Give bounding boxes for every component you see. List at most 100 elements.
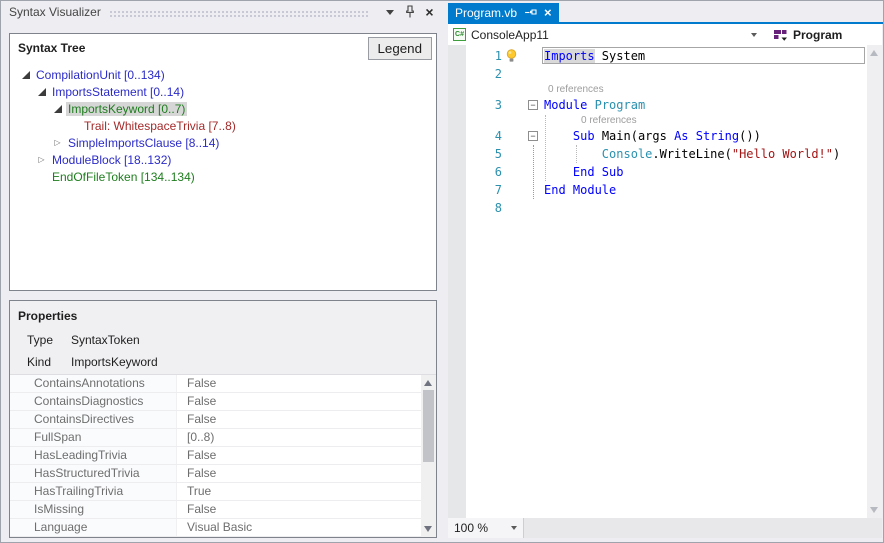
property-row[interactable]: ContainsAnnotationsFalse bbox=[10, 375, 436, 393]
zoom-level-value: 100 % bbox=[454, 521, 488, 535]
tree-node-label: CompilationUnit [0..134) bbox=[34, 68, 167, 82]
code-line-1[interactable]: 1Imports System bbox=[448, 47, 867, 65]
tree-node[interactable]: ImportsStatement [0..14) bbox=[10, 83, 436, 100]
code-text: End Sub bbox=[544, 163, 623, 181]
property-row[interactable]: ContainsDiagnosticsFalse bbox=[10, 393, 436, 411]
property-value: False bbox=[177, 375, 216, 392]
property-value: Visual Basic bbox=[177, 519, 252, 536]
line-number: 2 bbox=[466, 65, 502, 83]
property-value: False bbox=[177, 447, 216, 464]
tab-close-icon[interactable]: × bbox=[544, 6, 552, 19]
code-line-3[interactable]: 3 −Module Program bbox=[448, 96, 867, 114]
member-name: Program bbox=[793, 28, 842, 42]
document-tab[interactable]: Program.vb × bbox=[448, 3, 559, 22]
tree-node-label: ImportsKeyword [0..7) bbox=[66, 102, 187, 116]
tree-node-label: ModuleBlock [18..132) bbox=[50, 153, 173, 167]
tree-node-label: Trail: WhitespaceTrivia [7..8) bbox=[82, 119, 238, 133]
tree-node[interactable]: Trail: WhitespaceTrivia [7..8) bbox=[10, 117, 436, 134]
collapse-region-button[interactable]: − bbox=[528, 100, 538, 110]
close-icon: × bbox=[425, 5, 433, 19]
dropdown-arrow-icon bbox=[511, 526, 517, 530]
summary-value: SyntaxToken bbox=[63, 333, 140, 347]
scroll-up-icon[interactable] bbox=[870, 50, 878, 56]
editor-bottom-bar: 100 % bbox=[448, 518, 882, 538]
tool-window-titlebar[interactable]: Syntax Visualizer × bbox=[1, 1, 444, 23]
property-name: FullSpan bbox=[10, 429, 177, 446]
code-line-2[interactable]: 2 bbox=[448, 65, 867, 83]
property-row[interactable]: FullSpan[0..8) bbox=[10, 429, 436, 447]
expanded-triangle-icon[interactable] bbox=[20, 71, 31, 79]
tree-node[interactable]: ImportsKeyword [0..7) bbox=[10, 100, 436, 117]
property-name: Language bbox=[10, 519, 177, 536]
line-number: 1 bbox=[466, 47, 502, 65]
collapse-region-button[interactable]: − bbox=[528, 131, 538, 141]
collapsed-triangle-icon[interactable]: ▷ bbox=[36, 155, 47, 164]
editor-pane: Program.vb × C# ConsoleApp11 bbox=[448, 1, 883, 542]
close-button[interactable]: × bbox=[421, 4, 438, 20]
property-grid-scrollbar[interactable] bbox=[421, 375, 436, 537]
code-editor[interactable]: 1Imports System20 references3−Module Pro… bbox=[448, 45, 867, 518]
app-window: Syntax Visualizer × Syntax Tree Legend C… bbox=[0, 0, 884, 543]
syntax-tree-title: Syntax Tree bbox=[18, 41, 85, 55]
property-grid: ContainsAnnotationsFalseContainsDiagnost… bbox=[10, 374, 436, 537]
chevron-down-icon bbox=[386, 10, 394, 15]
code-line-5[interactable]: 5 Console.WriteLine("Hello World!") bbox=[448, 145, 867, 163]
module-icon bbox=[773, 28, 788, 41]
editor-vertical-scrollbar[interactable] bbox=[867, 45, 882, 518]
summary-label: Kind bbox=[27, 355, 63, 369]
navigation-bar: C# ConsoleApp11 Program bbox=[448, 24, 882, 45]
tool-window-title: Syntax Visualizer bbox=[9, 5, 101, 19]
code-line-8[interactable]: 8 bbox=[448, 199, 867, 217]
syntax-visualizer-panel: Syntax Visualizer × Syntax Tree Legend C… bbox=[1, 1, 444, 542]
properties-title: Properties bbox=[18, 309, 77, 323]
member-dropdown[interactable]: Program bbox=[764, 28, 842, 42]
tree-node[interactable]: ▷ModuleBlock [18..132) bbox=[10, 151, 436, 168]
line-number: 3 bbox=[466, 96, 502, 114]
window-menu-button[interactable] bbox=[381, 4, 398, 20]
project-dropdown[interactable]: C# ConsoleApp11 bbox=[448, 28, 764, 42]
property-value: False bbox=[177, 411, 216, 428]
properties-section: Properties TypeSyntaxTokenKindImportsKey… bbox=[9, 300, 437, 538]
collapsed-triangle-icon[interactable]: ▷ bbox=[52, 138, 63, 147]
property-value: False bbox=[177, 501, 216, 518]
property-name: HasTrailingTrivia bbox=[10, 483, 177, 500]
lightbulb-icon[interactable] bbox=[506, 49, 517, 66]
property-name: ContainsDiagnostics bbox=[10, 393, 177, 410]
property-row[interactable]: HasStructuredTriviaFalse bbox=[10, 465, 436, 483]
property-row[interactable]: ContainsDirectivesFalse bbox=[10, 411, 436, 429]
property-row[interactable]: LanguageVisual Basic bbox=[10, 519, 436, 537]
tree-node[interactable]: CompilationUnit [0..134) bbox=[10, 66, 436, 83]
tab-pin-icon[interactable] bbox=[524, 7, 537, 18]
project-icon: C# bbox=[453, 28, 466, 41]
property-name: ContainsDirectives bbox=[10, 411, 177, 428]
tree-node-label: ImportsStatement [0..14) bbox=[50, 85, 186, 99]
pin-icon bbox=[404, 5, 416, 19]
expanded-triangle-icon[interactable] bbox=[36, 88, 47, 96]
scroll-down-icon[interactable] bbox=[424, 526, 432, 532]
pin-button[interactable] bbox=[401, 4, 418, 20]
code-line-4[interactable]: 4− Sub Main(args As String()) bbox=[448, 127, 867, 145]
expanded-triangle-icon[interactable] bbox=[52, 105, 63, 113]
code-line-6[interactable]: 6 End Sub bbox=[448, 163, 867, 181]
property-row[interactable]: HasTrailingTriviaTrue bbox=[10, 483, 436, 501]
scroll-up-icon[interactable] bbox=[424, 380, 432, 386]
property-row[interactable]: HasLeadingTriviaFalse bbox=[10, 447, 436, 465]
tree-node[interactable]: EndOfFileToken [134..134) bbox=[10, 168, 436, 185]
tab-title: Program.vb bbox=[455, 6, 517, 20]
code-lines: 1Imports System20 references3−Module Pro… bbox=[448, 47, 867, 217]
dropdown-arrow-icon bbox=[751, 33, 757, 37]
property-summary-row: KindImportsKeyword bbox=[10, 351, 436, 373]
scroll-down-icon[interactable] bbox=[870, 507, 878, 513]
summary-label: Type bbox=[27, 333, 63, 347]
codelens-references[interactable]: 0 references bbox=[448, 83, 867, 96]
code-line-7[interactable]: 7End Module bbox=[448, 181, 867, 199]
legend-button[interactable]: Legend bbox=[368, 37, 432, 60]
property-row[interactable]: IsMissingFalse bbox=[10, 501, 436, 519]
code-text: Module Program bbox=[544, 96, 645, 114]
codelens-references[interactable]: 0 references bbox=[448, 114, 867, 127]
summary-value: ImportsKeyword bbox=[63, 355, 158, 369]
tree-node[interactable]: ▷SimpleImportsClause [8..14) bbox=[10, 134, 436, 151]
scrollbar-thumb[interactable] bbox=[423, 390, 434, 462]
property-value: [0..8) bbox=[177, 429, 214, 446]
zoom-level-dropdown[interactable]: 100 % bbox=[448, 518, 524, 538]
